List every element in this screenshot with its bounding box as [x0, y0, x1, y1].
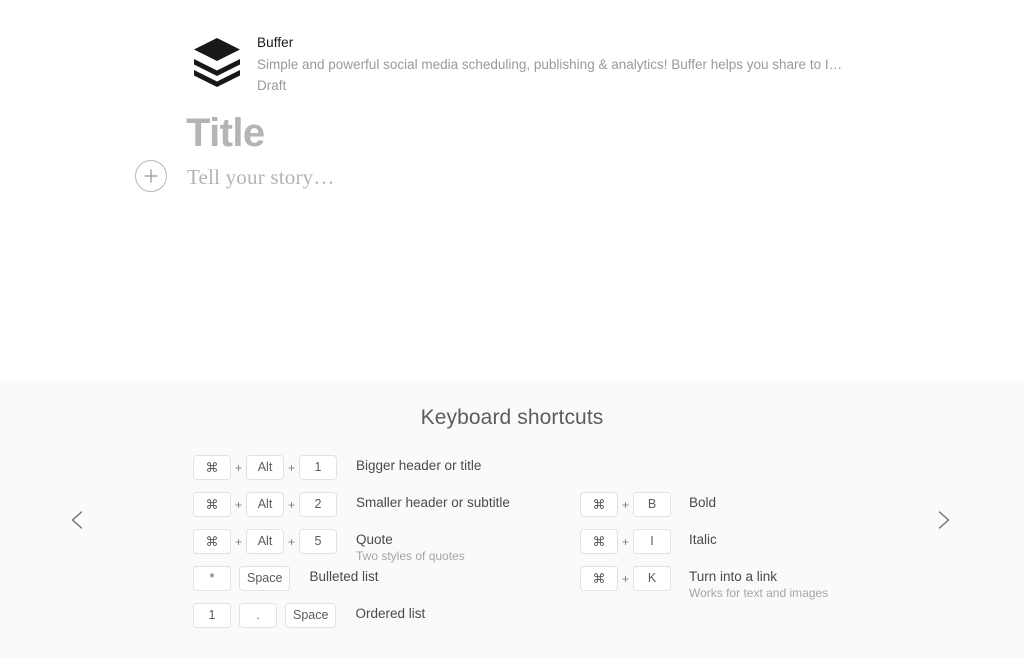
- shortcut-key[interactable]: K: [633, 566, 671, 591]
- shortcut-label-main: Turn into a link: [689, 569, 778, 584]
- key-separator: +: [287, 534, 295, 549]
- shortcut-key-group: * Space: [193, 566, 291, 591]
- shortcut-key[interactable]: ⌘: [193, 529, 231, 554]
- shortcut-key[interactable]: *: [193, 566, 231, 591]
- shortcut-key-group: ⌘ + K: [580, 566, 671, 591]
- shortcut-label-sub: Two styles of quotes: [356, 548, 465, 563]
- shortcut-label-sub: Works for text and images: [689, 585, 829, 600]
- key-separator: +: [621, 534, 629, 549]
- chevron-left-icon[interactable]: [63, 505, 93, 535]
- shortcut-key[interactable]: Alt: [246, 455, 284, 480]
- shortcut-key[interactable]: ⌘: [580, 566, 618, 591]
- shortcut-key[interactable]: Alt: [246, 529, 284, 554]
- shortcut-key[interactable]: ⌘: [580, 492, 618, 517]
- shortcut-description: Bulleted list: [309, 566, 529, 585]
- shortcut-key[interactable]: 1: [299, 455, 337, 480]
- editor-page: Buffer Simple and powerful social media …: [0, 0, 1024, 658]
- shortcut-row: 1. Space Ordered list: [193, 603, 576, 640]
- shortcut-key-group: 1. Space: [193, 603, 337, 628]
- shortcut-description: Bigger header or title: [356, 455, 576, 474]
- key-separator: +: [287, 460, 295, 475]
- shortcut-key-group: ⌘ + Alt +2: [193, 492, 337, 517]
- embed-preview-card[interactable]: Buffer Simple and powerful social media …: [189, 30, 849, 96]
- plus-circle-icon[interactable]: [135, 160, 167, 192]
- shortcut-key[interactable]: I: [633, 529, 671, 554]
- shortcut-label-main: Quote: [356, 532, 393, 547]
- shortcut-key[interactable]: 2: [299, 492, 337, 517]
- shortcut-label-main: Bold: [689, 495, 717, 510]
- chevron-right-icon[interactable]: [928, 505, 958, 535]
- shortcut-key[interactable]: Alt: [246, 492, 284, 517]
- shortcut-row: ⌘ + Alt +1 Bigger header or title: [193, 455, 576, 492]
- shortcut-key[interactable]: Space: [239, 566, 291, 591]
- panel-heading: Keyboard shortcuts: [420, 406, 604, 429]
- key-separator: +: [234, 497, 242, 512]
- shortcut-key[interactable]: ⌘: [580, 529, 618, 554]
- key-separator: +: [621, 497, 629, 512]
- key-separator: +: [234, 534, 242, 549]
- shortcut-row: ⌘ + B Bold: [580, 492, 919, 529]
- shortcut-key[interactable]: 5: [299, 529, 337, 554]
- shortcut-row: * Space Bulleted list: [193, 566, 576, 603]
- editor-canvas: Buffer Simple and powerful social media …: [0, 0, 1024, 383]
- shortcut-column-left: ⌘ + Alt +1 Bigger header or title ⌘ + Alt +2 Smal…: [193, 455, 576, 640]
- shortcut-label-main: Bigger header or title: [356, 458, 482, 473]
- shortcut-description: Smaller header or subtitle: [356, 492, 576, 511]
- key-separator: +: [234, 460, 242, 475]
- shortcut-key[interactable]: ⌘: [193, 455, 231, 480]
- shortcut-key[interactable]: ⌘: [193, 492, 231, 517]
- shortcut-key[interactable]: Space: [285, 603, 337, 628]
- embed-preview-text: Buffer Simple and powerful social media …: [257, 30, 849, 96]
- shortcut-description: Turn into a link Works for text and image…: [689, 566, 919, 600]
- key-separator: +: [621, 571, 629, 586]
- shortcut-key-group: ⌘ + Alt +1: [193, 455, 337, 480]
- shortcut-column-right: ⌘ + B Bold ⌘ + I Italic ⌘ + K Turn into a link Works…: [580, 492, 919, 603]
- buffer-logo-icon: [189, 32, 245, 88]
- embed-title: Buffer: [257, 35, 294, 50]
- body-placeholder[interactable]: Tell your story…: [187, 162, 335, 194]
- embed-description: Simple and powerful social media schedul…: [257, 56, 849, 72]
- shortcut-label-main: Bulleted list: [309, 569, 379, 584]
- shortcut-key-group: ⌘ + B: [580, 492, 671, 517]
- shortcut-description: Bold: [689, 492, 919, 511]
- shortcut-description: Ordered list: [355, 603, 575, 622]
- shortcut-row: ⌘ + Alt +2 Smaller header or subtitle: [193, 492, 576, 529]
- key-separator: +: [287, 497, 295, 512]
- shortcut-row: ⌘ + I Italic: [580, 529, 919, 566]
- shortcut-key-group: ⌘ + Alt +5: [193, 529, 337, 554]
- shortcut-label-main: Ordered list: [355, 606, 426, 621]
- shortcut-key[interactable]: 1: [193, 603, 231, 628]
- embed-status: Draft: [257, 77, 287, 93]
- shortcut-row: ⌘ + K Turn into a link Works for text and im…: [580, 566, 919, 603]
- shortcut-description: Italic: [689, 529, 919, 548]
- shortcut-row: ⌘ + Alt +5 Quote Two styles of quotes: [193, 529, 576, 566]
- shortcut-description: Quote Two styles of quotes: [356, 529, 576, 563]
- shortcut-key-group: ⌘ + I: [580, 529, 671, 554]
- shortcut-label-main: Smaller header or subtitle: [356, 495, 510, 510]
- shortcut-key[interactable]: B: [633, 492, 671, 517]
- shortcut-label-main: Italic: [689, 532, 717, 547]
- keyboard-shortcuts-panel: Keyboard shortcuts ⌘ + Alt +1 Bigger header …: [0, 383, 1024, 658]
- title-placeholder[interactable]: Title: [186, 110, 265, 156]
- shortcut-key[interactable]: .: [239, 603, 277, 628]
